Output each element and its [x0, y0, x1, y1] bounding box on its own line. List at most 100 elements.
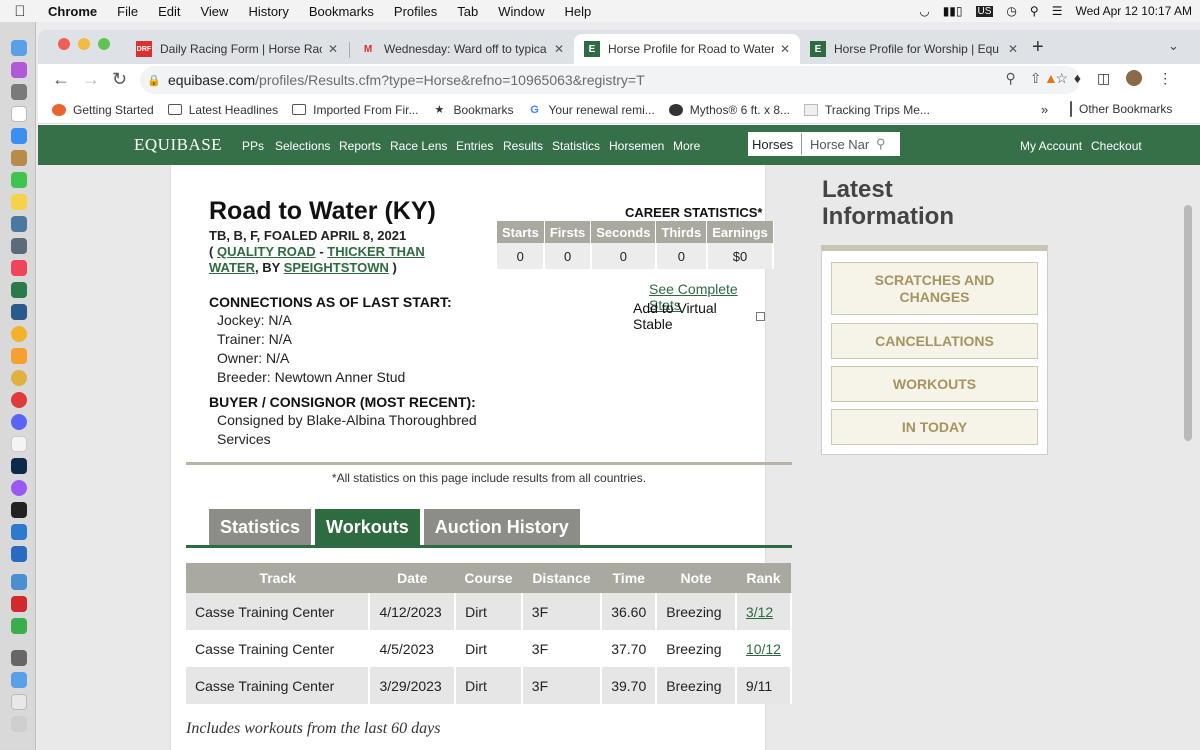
music-icon[interactable]: [11, 260, 27, 276]
lock-icon[interactable]: 🔒: [140, 74, 168, 87]
siri-icon[interactable]: [11, 62, 27, 78]
tab-auction-history[interactable]: Auction History: [423, 509, 580, 545]
app-icon[interactable]: [11, 238, 27, 254]
damsire-link[interactable]: SPEIGHTSTOWN: [284, 260, 389, 275]
facetime-icon[interactable]: [11, 172, 27, 188]
in-today-button[interactable]: IN TODAY: [831, 409, 1038, 445]
workouts-button[interactable]: WORKOUTS: [831, 366, 1038, 402]
zoom-window-button[interactable]: [98, 38, 110, 50]
close-window-button[interactable]: [58, 38, 70, 50]
close-tab-icon[interactable]: ✕: [328, 42, 338, 56]
sire-link[interactable]: QUALITY ROAD: [217, 244, 316, 259]
new-tab-button[interactable]: +: [1032, 36, 1044, 59]
menu-app-name[interactable]: Chrome: [40, 4, 107, 19]
numbers-icon[interactable]: [11, 618, 27, 634]
reload-button[interactable]: ↻: [112, 69, 127, 90]
app-icon[interactable]: [11, 694, 27, 710]
rank-link[interactable]: 3/12: [735, 593, 793, 630]
app-icon[interactable]: [11, 650, 27, 666]
menu-profiles[interactable]: Profiles: [384, 4, 447, 19]
photoshop-icon[interactable]: [11, 458, 27, 474]
nav-pps[interactable]: PPs: [242, 139, 264, 153]
clock-icon[interactable]: ◷: [1006, 4, 1016, 18]
nav-selections[interactable]: Selections: [275, 139, 330, 153]
tab-worship[interactable]: E Horse Profile for Worship | Equ ✕: [800, 34, 1028, 64]
nav-checkout[interactable]: Checkout: [1091, 139, 1142, 153]
nav-entries[interactable]: Entries: [456, 139, 493, 153]
zoom-icon[interactable]: ⚲: [1005, 70, 1015, 87]
forward-button[interactable]: →: [82, 69, 100, 90]
keyboard-layout-badge[interactable]: US: [975, 5, 994, 17]
app-icon[interactable]: [11, 150, 27, 166]
app-icon[interactable]: [11, 216, 27, 232]
tab-gmail[interactable]: M Wednesday: Ward off to typica ✕: [350, 34, 574, 64]
nav-results[interactable]: Results: [503, 139, 543, 153]
bookmark-mythos[interactable]: Mythos® 6 ft. x 8...: [668, 103, 790, 117]
app-store-icon[interactable]: [11, 128, 27, 144]
more-menu-icon[interactable]: ⋮: [1158, 70, 1172, 87]
search-type-select[interactable]: Horses: [748, 133, 802, 155]
launchpad-icon[interactable]: [11, 84, 27, 100]
finder-icon[interactable]: [11, 40, 27, 56]
tab-drf[interactable]: DRF Daily Racing Form | Horse Raci ✕: [126, 34, 348, 64]
minimize-window-button[interactable]: [78, 38, 90, 50]
menu-file[interactable]: File: [107, 4, 148, 19]
share-icon[interactable]: ⇧: [1030, 70, 1042, 87]
side-panel-icon[interactable]: ◫: [1097, 70, 1110, 87]
bookmark-getting-started[interactable]: Getting Started: [52, 103, 154, 117]
other-bookmarks[interactable]: Other Bookmarks: [1070, 101, 1172, 117]
bookmark-renewal[interactable]: G Your renewal remi...: [528, 103, 655, 117]
tab-search-chevron-icon[interactable]: ⌄: [1168, 38, 1179, 54]
notes-icon[interactable]: [11, 194, 27, 210]
close-tab-icon[interactable]: ✕: [1008, 42, 1018, 56]
menu-bookmarks[interactable]: Bookmarks: [299, 4, 384, 19]
app-icon[interactable]: [11, 304, 27, 320]
nav-statistics[interactable]: Statistics: [552, 139, 600, 153]
messenger-icon[interactable]: [11, 480, 27, 496]
control-center-icon[interactable]: ☰: [1052, 4, 1063, 18]
photos-icon[interactable]: [11, 370, 27, 386]
extensions-puzzle-icon[interactable]: ♦: [1074, 70, 1081, 87]
tab-statistics[interactable]: Statistics: [209, 509, 312, 545]
cancellations-button[interactable]: CANCELLATIONS: [831, 323, 1038, 359]
scratches-and-changes-button[interactable]: SCRATCHES AND CHANGES: [831, 262, 1038, 315]
menu-history[interactable]: History: [238, 4, 298, 19]
chrome-icon[interactable]: [11, 326, 27, 342]
folder-icon[interactable]: [11, 672, 27, 688]
app-icon[interactable]: [11, 524, 27, 540]
wifi-icon[interactable]: ◡: [919, 4, 929, 18]
app-icon[interactable]: [11, 348, 27, 364]
tab-workouts[interactable]: Workouts: [315, 509, 420, 545]
back-button[interactable]: ←: [52, 69, 70, 90]
app-icon[interactable]: [11, 502, 27, 518]
search-input[interactable]: Horse Nar: [802, 137, 876, 152]
menu-help[interactable]: Help: [555, 4, 602, 19]
nav-my-account[interactable]: My Account: [1020, 139, 1082, 153]
search-icon[interactable]: ⚲: [876, 136, 886, 152]
app-icon[interactable]: [11, 436, 27, 452]
scrollbar-thumb[interactable]: [1184, 205, 1192, 441]
bookmark-imported[interactable]: Imported From Fir...: [292, 103, 418, 117]
discord-icon[interactable]: [11, 414, 27, 430]
bookmark-tracking-trips[interactable]: Tracking Trips Me...: [804, 103, 930, 117]
menu-window[interactable]: Window: [488, 4, 554, 19]
app-icon[interactable]: [11, 392, 27, 408]
app-icon[interactable]: [11, 546, 27, 562]
close-tab-icon[interactable]: ✕: [780, 42, 790, 56]
metamask-icon[interactable]: ▲: [1044, 70, 1058, 87]
menu-tab[interactable]: Tab: [447, 4, 488, 19]
menubar-datetime[interactable]: Wed Apr 12 10:17 AM: [1075, 4, 1192, 18]
nav-more[interactable]: More: [673, 139, 700, 153]
address-bar[interactable]: 🔒 equibase.com/profiles/Results.cfm?type…: [140, 66, 1080, 94]
nav-race-lens[interactable]: Race Lens: [390, 139, 447, 153]
nav-reports[interactable]: Reports: [339, 139, 381, 153]
acrobat-icon[interactable]: [11, 596, 27, 612]
app-icon[interactable]: [11, 282, 27, 298]
close-tab-icon[interactable]: ✕: [554, 42, 564, 56]
bookmark-latest-headlines[interactable]: Latest Headlines: [167, 103, 278, 117]
page-scrollbar[interactable]: [1184, 165, 1194, 750]
bookmark-bookmarks[interactable]: ★ Bookmarks: [432, 103, 514, 117]
trash-icon[interactable]: [11, 716, 27, 732]
bookmarks-overflow-button[interactable]: »: [1041, 102, 1048, 117]
nav-horsemen[interactable]: Horsemen: [609, 139, 664, 153]
